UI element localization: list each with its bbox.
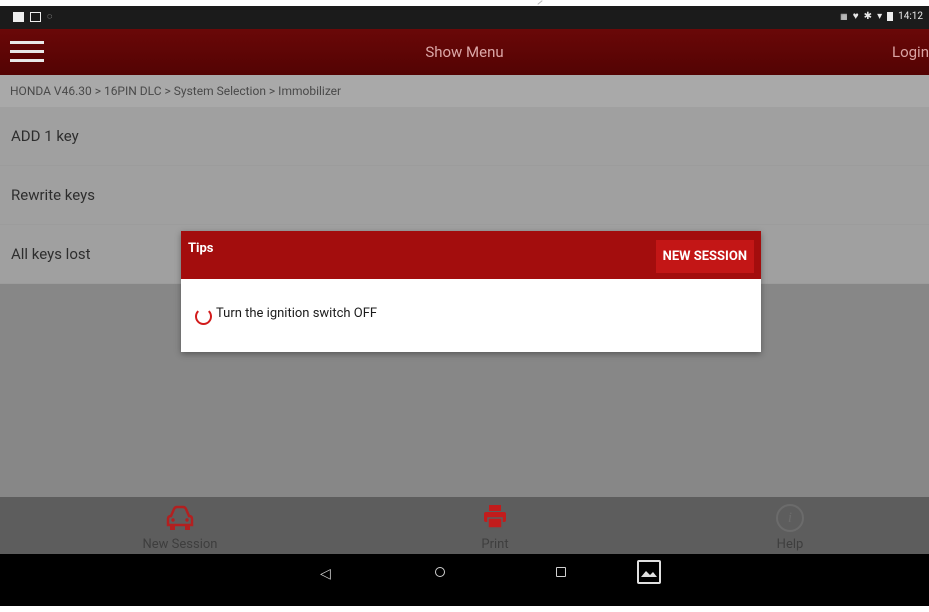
recent-apps-icon[interactable] xyxy=(556,567,566,577)
dialog-title: Tips xyxy=(188,241,214,256)
location-icon: ♥ xyxy=(852,11,859,22)
app-bar: Show Menu Login xyxy=(0,29,929,75)
device-frame: ◌ ▦ ♥ ✱ ▾ 14:12 Show Menu Login HONDA V4… xyxy=(0,0,929,612)
cursor-mark xyxy=(537,0,543,5)
wifi-icon: ▾ xyxy=(877,11,883,22)
status-time: 14:12 xyxy=(898,11,923,22)
car-icon xyxy=(166,505,194,530)
tablet-screen: ◌ ▦ ♥ ✱ ▾ 14:12 Show Menu Login HONDA V4… xyxy=(0,6,929,606)
print-tool[interactable]: Print xyxy=(460,497,530,554)
new-session-button[interactable]: NEW SESSION xyxy=(655,240,754,273)
android-nav-bar: ◁ xyxy=(0,554,929,606)
new-session-label: New Session xyxy=(142,537,218,552)
bottom-toolbar: New Session Print i Help xyxy=(0,497,929,554)
battery-icon xyxy=(887,12,894,21)
home-icon[interactable] xyxy=(435,567,445,577)
status-bar: ◌ ▦ ♥ ✱ ▾ 14:12 xyxy=(0,6,929,29)
signal-icon: ◌ xyxy=(47,12,53,22)
new-session-tool[interactable]: New Session xyxy=(130,497,230,554)
print-label: Print xyxy=(481,537,509,552)
help-icon: i xyxy=(776,504,804,532)
network-icon: ▦ xyxy=(840,12,848,21)
dialog-body: Turn the ignition switch OFF xyxy=(181,279,761,352)
help-label: Help xyxy=(776,537,804,552)
dialog-header: Tips NEW SESSION xyxy=(181,231,761,279)
status-icons-left: ◌ xyxy=(13,11,52,22)
window-icon xyxy=(30,11,41,22)
show-menu-title[interactable]: Show Menu xyxy=(0,43,929,61)
back-icon[interactable]: ◁ xyxy=(320,566,331,582)
dialog-message: Turn the ignition switch OFF xyxy=(216,306,378,321)
notification-icon xyxy=(13,11,24,22)
bluetooth-icon: ✱ xyxy=(863,11,873,22)
loading-spinner-icon xyxy=(195,308,212,325)
status-icons-right: ▦ ♥ ✱ ▾ 14:12 xyxy=(840,11,923,22)
help-tool[interactable]: i Help xyxy=(760,497,820,554)
screenshot-gallery-icon[interactable] xyxy=(637,560,661,584)
login-button[interactable]: Login xyxy=(892,43,929,61)
tips-dialog: Tips NEW SESSION Turn the ignition switc… xyxy=(181,231,761,352)
printer-icon xyxy=(484,505,506,529)
